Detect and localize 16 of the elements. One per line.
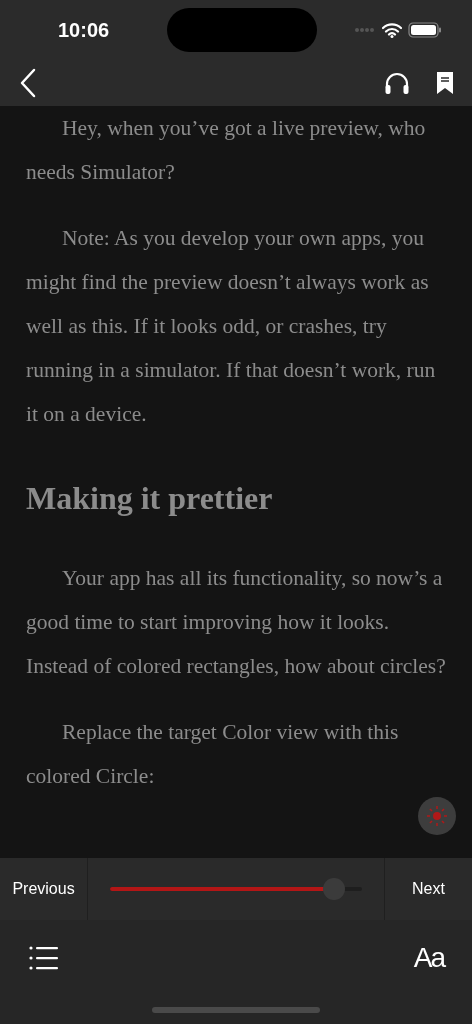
font-settings-button[interactable]: Aa — [413, 937, 444, 979]
sun-icon — [426, 805, 448, 827]
section-heading: Making it prettier — [26, 479, 274, 518]
paragraph: Note: As you develop your own apps, you might find the preview doesn’t always work as well as this. If it looks odd, or crashes, try running in a simulator. If that doesn’t work, run it on a device. — [26, 225, 437, 428]
battery-icon — [408, 22, 442, 38]
paragraph: Hey, when you’ve got a live preview, who needs Simulator? — [26, 115, 427, 186]
progress-slider[interactable] — [110, 877, 362, 901]
bookmark-icon[interactable] — [436, 71, 454, 95]
paragraph: Replace the target Color view with this colored Circle: — [26, 719, 400, 790]
wifi-icon — [382, 22, 402, 38]
status-time: 10:06 — [58, 18, 110, 43]
paragraph: Your app has all its functionality, so now’s a good time to start improving how it looks. Instead of colored rectangles, how about circles? — [26, 565, 446, 680]
headphones-icon[interactable] — [384, 71, 410, 95]
highlight-button[interactable] — [418, 797, 456, 835]
signal-icon — [354, 27, 376, 33]
contents-list-icon[interactable] — [28, 945, 60, 971]
